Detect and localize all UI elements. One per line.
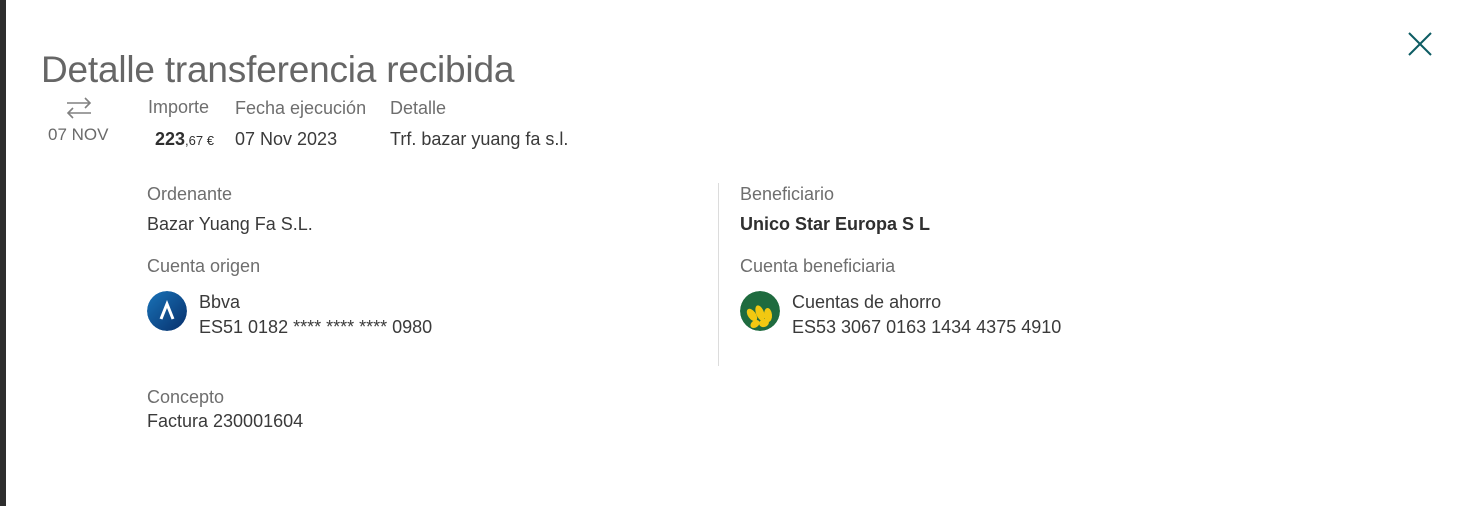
window-left-edge [0,0,6,506]
importe-decimals: ,67 € [185,133,214,148]
transfer-arrows-icon [64,96,94,120]
bbva-logo-icon [147,291,187,331]
page-title: Detalle transferencia recibida [41,48,515,90]
dest-bank-name: Cuentas de ahorro [792,292,942,312]
fecha-ejecucion-value: 07 Nov 2023 [235,129,338,149]
caja-rural-logo-icon [740,291,780,331]
close-icon[interactable] [1404,28,1436,60]
importe-integer: 223 [155,129,186,149]
movement-date: 07 NOV [48,125,109,144]
detalle-label: Detalle [390,98,447,118]
importe-value: 223,67 € [155,129,214,150]
concepto-label: Concepto [147,387,225,407]
ordenante-label: Ordenante [147,184,233,204]
importe-label: Importe [148,97,210,117]
cuenta-beneficiaria-label: Cuenta beneficiaria [740,256,896,276]
column-divider [718,183,719,366]
origin-iban: ES51 0182 **** **** **** 0980 [199,317,433,337]
beneficiario-name: Unico Star Europa S L [740,214,931,234]
origin-bank-name: Bbva [199,292,241,312]
concepto-value: Factura 230001604 [147,411,304,431]
fecha-ejecucion-label: Fecha ejecución [235,98,367,118]
beneficiario-label: Beneficiario [740,184,835,204]
detalle-value: Trf. bazar yuang fa s.l. [390,129,569,149]
dest-iban: ES53 3067 0163 1434 4375 4910 [792,317,1062,337]
ordenante-name: Bazar Yuang Fa S.L. [147,214,313,234]
cuenta-origen-label: Cuenta origen [147,256,261,276]
